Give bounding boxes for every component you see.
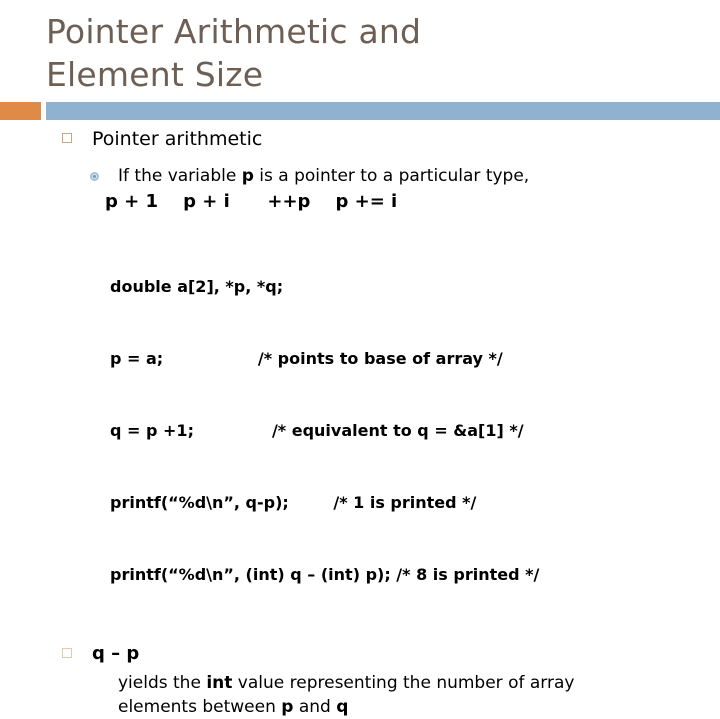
code-line-5: printf(“%d\n”, (int) q – (int) p); /* 8 … [110,565,540,584]
page-title-line-2: Element Size [46,55,264,94]
code-block: double a[2], *p, *q; p = a; /* points to… [0,215,720,635]
ring-bullet-icon [90,172,99,181]
bullet-level2-variable-statement: If the variable p is a pointer to a part… [0,152,720,188]
bullet-level2-yields-pre: yields the [118,673,207,693]
bullet-level2-text-post: is a pointer to a particular type, [253,166,530,186]
bullet-level2-yields-statement: yields the int value representing the nu… [0,667,648,719]
bullet-level2-code-p: p [241,166,254,186]
pointer-expressions-line: p + 1 p + i ++p p += i [105,191,398,212]
page-title-line-1: Pointer Arithmetic and [46,12,422,51]
bullet-level2-yields-mid2: and [293,697,337,717]
square-outline-bullet-icon [62,648,72,658]
bullet-level2-text-pre: If the variable [118,166,242,186]
bullet-level2-code-q: q [336,697,349,717]
code-line-1: double a[2], *p, *q; [110,277,284,296]
slide-canvas: Pointer Arithmetic and Element Size Poin… [0,0,720,717]
bullet-level1-label: Pointer arithmetic [92,128,263,150]
tail-section: q – p yields the int value representing … [0,635,720,719]
header-rule-blue-bar [46,102,720,120]
bullet-level1-pointer-arithmetic: Pointer arithmetic [0,126,720,152]
header-rule-orange-block [0,102,41,120]
square-outline-bullet-icon [62,133,72,143]
bullet-level2-code-int: int [206,673,233,693]
code-line-3: q = p +1; /* equivalent to q = &a[1] */ [110,421,524,440]
code-line-2: p = a; /* points to base of array */ [110,349,503,368]
code-line-4: printf(“%d\n”, q-p); /* 1 is printed */ [110,493,477,512]
page-title: Pointer Arithmetic and Element Size [46,10,686,96]
bullet-level1-q-minus-p: q – p [0,641,720,667]
slide-body: Pointer arithmetic If the variable p is … [0,126,720,719]
bullet-level2-code-p2: p [281,697,294,717]
bullet-level1-label-2: q – p [92,643,140,664]
